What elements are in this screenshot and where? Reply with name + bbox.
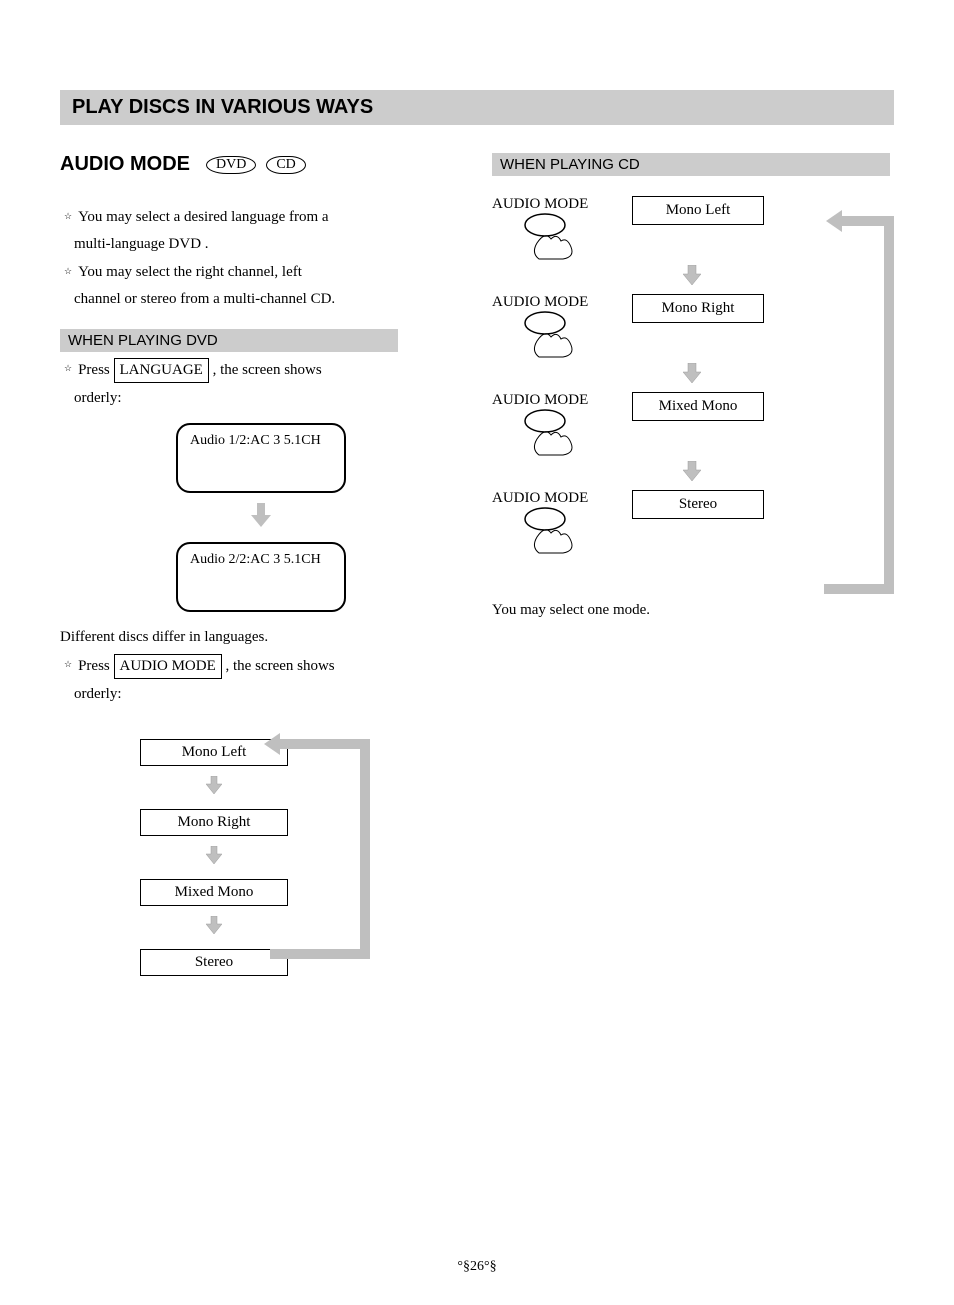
- intro-text-2b: channel or stereo from a multi-channel C…: [74, 288, 462, 311]
- language-key: LANGUAGE: [114, 358, 209, 383]
- left-column: AUDIO MODE DVD CD ☆ You may select a des…: [60, 153, 462, 997]
- intro-text-2a: You may select the right channel, left: [78, 261, 302, 284]
- arrow-down-icon: [206, 916, 222, 939]
- bullet-icon: ☆: [64, 362, 72, 376]
- press-audiomode-line: ☆ Press AUDIO MODE , the screen shows: [64, 654, 462, 679]
- press-prefix: Press: [78, 362, 113, 378]
- intro-text-1a: You may select a desired language from a: [78, 206, 328, 229]
- bullet-icon: ☆: [64, 658, 72, 672]
- cd-mode-mono-left: Mono Left: [632, 196, 764, 225]
- screen-box-2: Audio 2/2:AC 3 5.1CH: [176, 542, 346, 612]
- cd-mode-stereo: Stereo: [632, 490, 764, 519]
- audiomode-label: AUDIO MODE: [492, 294, 612, 311]
- press-suffix: , the screen shows: [209, 362, 322, 378]
- orderly-text: orderly:: [74, 387, 462, 410]
- screen-box-1: Audio 1/2:AC 3 5.1CH: [176, 423, 346, 493]
- press-language-line: ☆ Press LANGUAGE , the screen shows: [64, 358, 462, 383]
- dvd-section-header: WHEN PLAYING DVD: [60, 329, 398, 352]
- cd-tag: CD: [266, 156, 305, 174]
- arrow-down-icon: [683, 265, 701, 285]
- loop-arrow-icon: [824, 206, 904, 606]
- audiomode-label: AUDIO MODE: [492, 196, 612, 213]
- press2-suffix: , the screen shows: [222, 658, 335, 674]
- loop-arrow-icon: [260, 727, 380, 977]
- arrow-down-icon: [251, 503, 271, 532]
- intro-bullet-2: ☆ You may select the right channel, left: [64, 261, 462, 284]
- arrow-down-icon: [683, 461, 701, 481]
- press-button-icon: [517, 311, 587, 359]
- cd-section-header: WHEN PLAYING CD: [492, 153, 890, 176]
- intro-bullet-1: ☆ You may select a desired language from…: [64, 206, 462, 229]
- press-button-icon: [517, 409, 587, 457]
- bullet-icon: ☆: [64, 265, 72, 279]
- main-title: PLAY DISCS IN VARIOUS WAYS: [60, 90, 894, 125]
- arrow-down-icon: [206, 776, 222, 799]
- press-button-icon: [517, 507, 587, 555]
- arrow-down-icon: [683, 363, 701, 383]
- orderly2-text: orderly:: [74, 683, 462, 706]
- diff-discs-text: Different discs differ in languages.: [60, 626, 462, 649]
- arrow-down-icon: [206, 846, 222, 869]
- cd-mode-mono-right: Mono Right: [632, 294, 764, 323]
- audio-mode-key: AUDIO MODE: [114, 654, 222, 679]
- bullet-icon: ☆: [64, 210, 72, 224]
- dvd-tag: DVD: [206, 156, 256, 174]
- page-number: °§26°§: [0, 1259, 954, 1275]
- cd-mode-mixed-mono: Mixed Mono: [632, 392, 764, 421]
- right-column: WHEN PLAYING CD AUDIO MODE Mono Left: [492, 153, 894, 997]
- press-button-icon: [517, 213, 587, 261]
- section-title: AUDIO MODE: [60, 153, 190, 176]
- audiomode-label: AUDIO MODE: [492, 490, 612, 507]
- press2-prefix: Press: [78, 658, 113, 674]
- audiomode-label: AUDIO MODE: [492, 392, 612, 409]
- intro-text-1b: multi-language DVD .: [74, 233, 462, 256]
